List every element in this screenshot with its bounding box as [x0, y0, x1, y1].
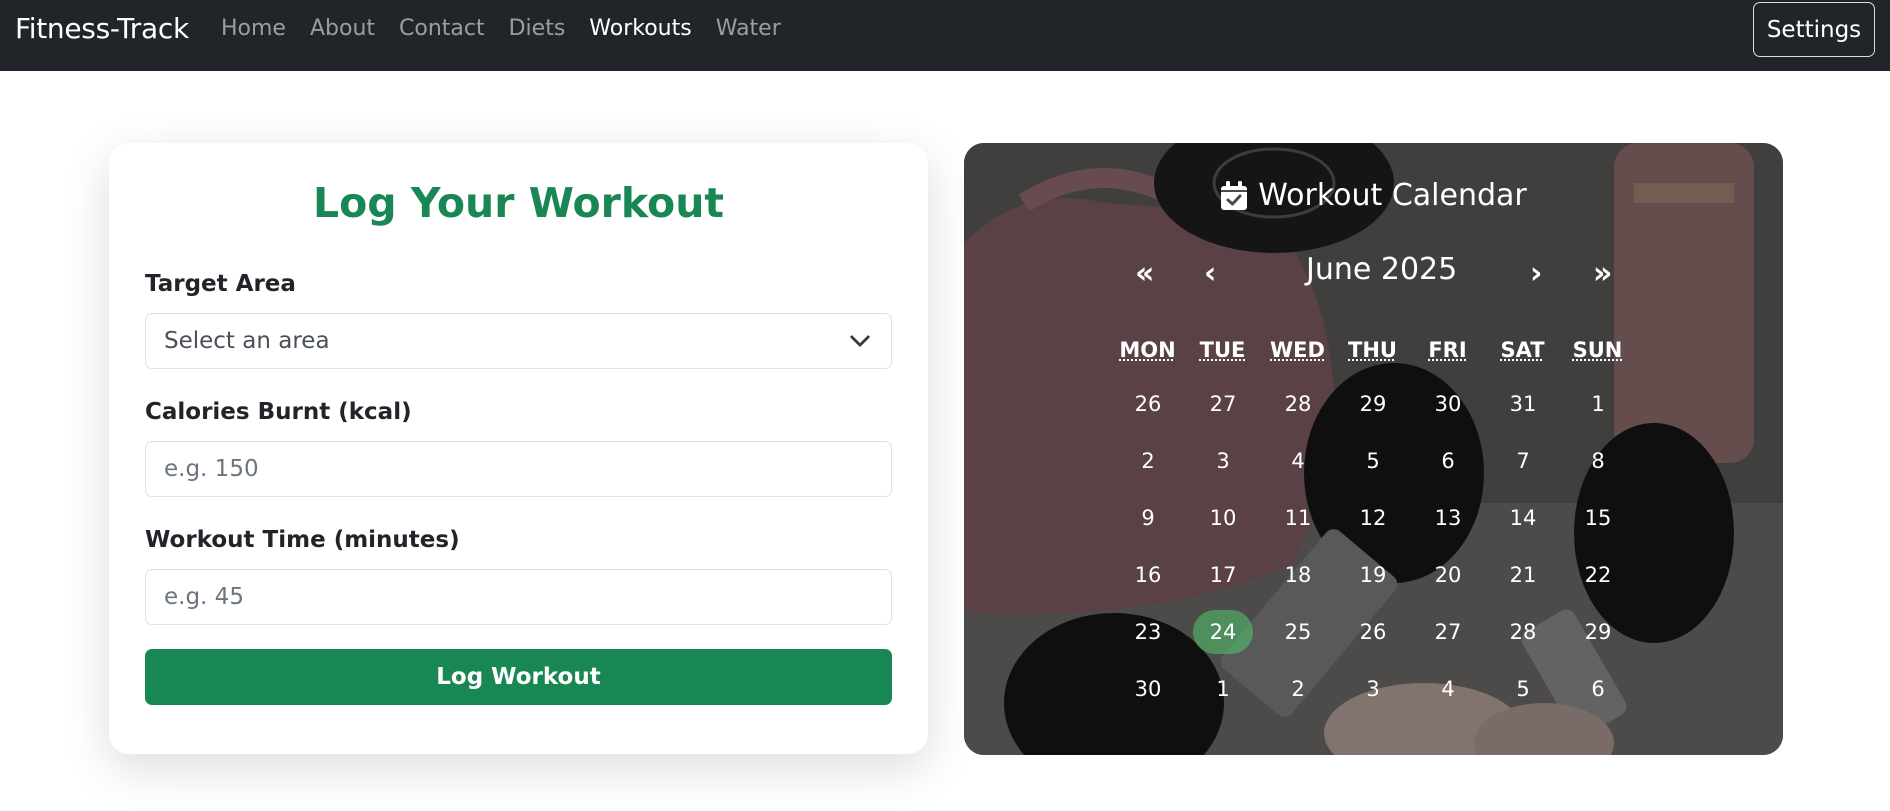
calendar-day[interactable]: 15 — [1568, 496, 1628, 540]
calories-input[interactable] — [164, 456, 891, 482]
next-month-button[interactable]: › — [1530, 256, 1542, 291]
log-workout-button[interactable]: Log Workout — [145, 649, 892, 705]
calendar-day[interactable]: 3 — [1343, 667, 1403, 711]
calendar-day[interactable]: 7 — [1493, 439, 1553, 483]
calendar-day[interactable]: 10 — [1193, 496, 1253, 540]
calendar-day[interactable]: 6 — [1568, 667, 1628, 711]
calendar-day[interactable]: 12 — [1343, 496, 1403, 540]
calendar-day[interactable]: 19 — [1343, 553, 1403, 597]
nav-link-water[interactable]: Water — [716, 16, 781, 41]
prev-year-button[interactable]: « — [1135, 256, 1154, 291]
calendar-day[interactable]: 3 — [1193, 439, 1253, 483]
target-area-value: Select an area — [164, 328, 330, 354]
target-area-select[interactable]: Select an area — [145, 313, 892, 369]
log-workout-card: Log Your Workout Target Area Select an a… — [109, 143, 928, 754]
calendar-day[interactable]: 31 — [1493, 382, 1553, 426]
calendar-day[interactable]: 26 — [1343, 610, 1403, 654]
nav-link-workouts[interactable]: Workouts — [589, 16, 691, 41]
calendar-day[interactable]: 6 — [1418, 439, 1478, 483]
settings-button[interactable]: Settings — [1753, 2, 1875, 57]
calendar-day[interactable]: 20 — [1418, 553, 1478, 597]
calendar-day[interactable]: 13 — [1418, 496, 1478, 540]
calendar-day[interactable]: 5 — [1343, 439, 1403, 483]
calendar-day[interactable]: 25 — [1268, 610, 1328, 654]
calendar-month-label: June 2025 — [1306, 252, 1458, 287]
next-year-button[interactable]: » — [1593, 256, 1612, 291]
nav-links: Home About Contact Diets Workouts Water — [221, 16, 781, 41]
calendar-title: Workout Calendar — [1258, 178, 1527, 213]
calendar-day[interactable]: 2 — [1118, 439, 1178, 483]
prev-month-button[interactable]: ‹ — [1204, 256, 1216, 291]
calendar-day[interactable]: 1 — [1568, 382, 1628, 426]
calories-field-wrap — [145, 441, 892, 497]
weekday-sun: SUN — [1572, 338, 1623, 362]
calendar-day[interactable]: 24 — [1193, 610, 1253, 654]
calendar-day[interactable]: 2 — [1268, 667, 1328, 711]
calendar-day[interactable]: 1 — [1193, 667, 1253, 711]
calories-label: Calories Burnt (kcal) — [145, 399, 412, 425]
nav-link-home[interactable]: Home — [221, 16, 286, 41]
calendar-day[interactable]: 8 — [1568, 439, 1628, 483]
navbar: Fitness-Track Home About Contact Diets W… — [0, 0, 1890, 71]
calendar-day[interactable]: 29 — [1343, 382, 1403, 426]
target-area-label: Target Area — [145, 271, 296, 297]
calendar-day[interactable]: 17 — [1193, 553, 1253, 597]
calendar-day[interactable]: 9 — [1118, 496, 1178, 540]
calendar-day[interactable]: 23 — [1118, 610, 1178, 654]
calendar-day[interactable]: 18 — [1268, 553, 1328, 597]
workout-time-input[interactable] — [164, 584, 891, 610]
calendar-day[interactable]: 4 — [1268, 439, 1328, 483]
calendar-day[interactable]: 30 — [1418, 382, 1478, 426]
weekday-tue: TUE — [1199, 338, 1246, 362]
workout-time-label: Workout Time (minutes) — [145, 527, 460, 553]
calendar-day[interactable]: 27 — [1193, 382, 1253, 426]
calendar-day[interactable]: 16 — [1118, 553, 1178, 597]
calendar-day[interactable]: 26 — [1118, 382, 1178, 426]
weekday-mon: MON — [1119, 338, 1176, 362]
brand-logo[interactable]: Fitness-Track — [15, 12, 189, 45]
weekday-sat: SAT — [1500, 338, 1545, 362]
workout-time-field-wrap — [145, 569, 892, 625]
chevron-down-icon — [850, 335, 870, 347]
weekday-fri: FRI — [1428, 338, 1467, 362]
nav-link-about[interactable]: About — [310, 16, 375, 41]
calendar-day[interactable]: 28 — [1493, 610, 1553, 654]
calendar-check-icon — [1221, 180, 1248, 210]
calendar-day[interactable]: 11 — [1268, 496, 1328, 540]
weekday-wed: WED — [1270, 338, 1325, 362]
calendar-day[interactable]: 27 — [1418, 610, 1478, 654]
calendar-day[interactable]: 21 — [1493, 553, 1553, 597]
calendar-day[interactable]: 29 — [1568, 610, 1628, 654]
nav-link-diets[interactable]: Diets — [509, 16, 566, 41]
calendar-day[interactable]: 14 — [1493, 496, 1553, 540]
calendar-day[interactable]: 5 — [1493, 667, 1553, 711]
calendar-day[interactable]: 30 — [1118, 667, 1178, 711]
calendar-day[interactable]: 22 — [1568, 553, 1628, 597]
calendar-header: Workout Calendar — [964, 178, 1783, 213]
form-title: Log Your Workout — [313, 179, 724, 227]
nav-link-contact[interactable]: Contact — [399, 16, 485, 41]
calendar-day[interactable]: 4 — [1418, 667, 1478, 711]
weekday-thu: THU — [1348, 338, 1397, 362]
calendar-day[interactable]: 28 — [1268, 382, 1328, 426]
